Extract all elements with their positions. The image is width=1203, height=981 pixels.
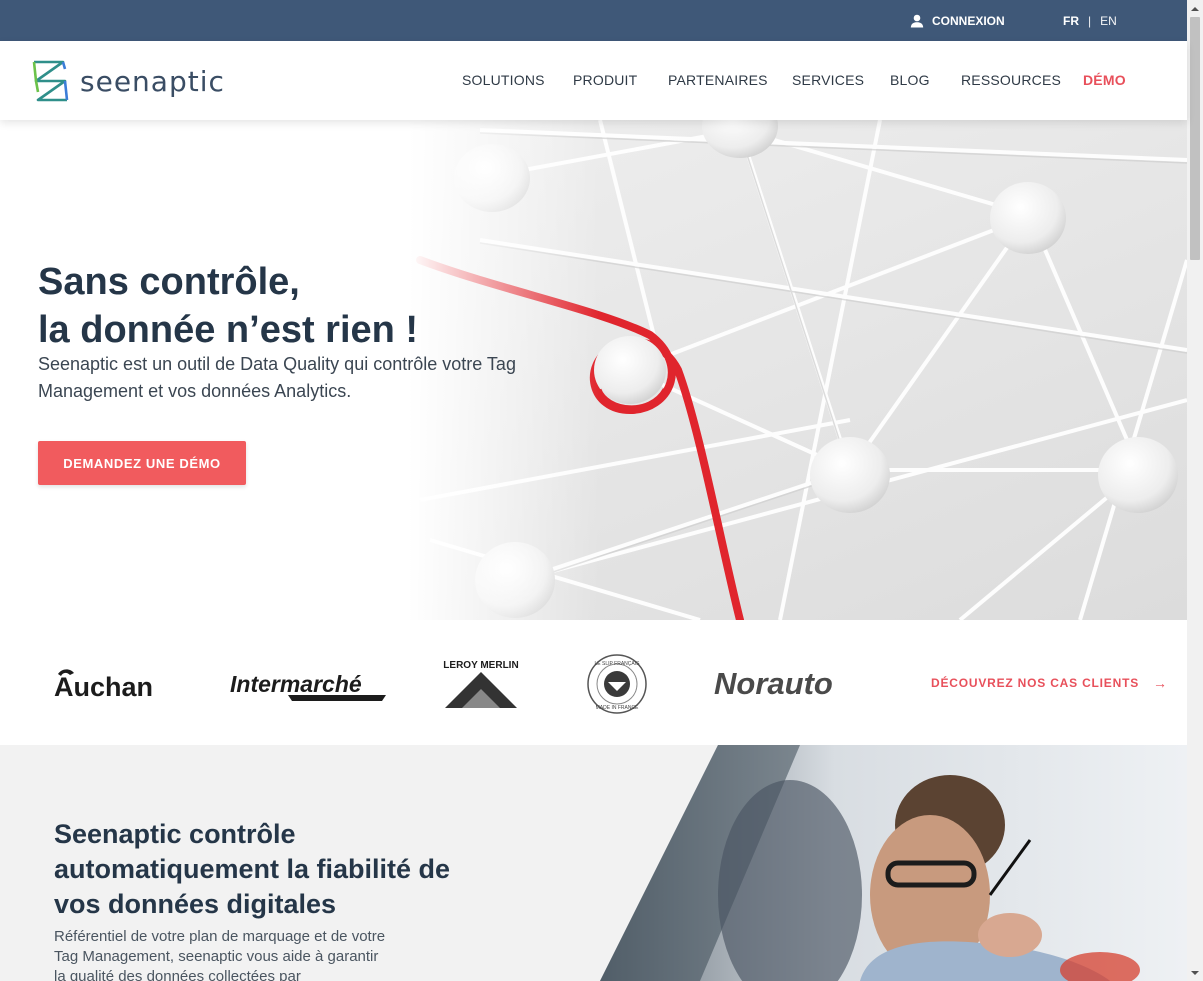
nav-produit[interactable]: PRODUIT <box>573 72 637 88</box>
feature-description: Référentiel de votre plan de marquage et… <box>54 928 386 981</box>
login-label: CONNEXION <box>932 14 1005 28</box>
clients-strip: Auchan Intermarché LEROY MERLIN LE SLIP … <box>0 620 1187 745</box>
request-demo-button[interactable]: DEMANDEZ UNE DÉMO <box>38 441 246 485</box>
client-logo-norauto: Norauto <box>712 664 864 700</box>
le-slip-francais-logo: LE SLIP FRANÇAIS MADE IN FRANCE <box>587 654 647 714</box>
scroll-up-arrow-icon[interactable] <box>1187 0 1203 17</box>
scroll-down-arrow-icon[interactable] <box>1187 964 1203 981</box>
nav-partenaires[interactable]: PARTENAIRES <box>668 72 768 88</box>
slip-francais-wordmark: LE SLIP FRANÇAIS <box>595 661 641 667</box>
hero-subtitle: Seenaptic est un outil de Data Quality q… <box>38 354 516 401</box>
feature-section: Seenaptic contrôle automatiquement la fi… <box>0 745 1187 981</box>
nav-services[interactable]: SERVICES <box>792 72 864 88</box>
site-header: seenaptic SOLUTIONS PRODUIT PARTENAIRES … <box>0 41 1187 120</box>
norauto-logo: Norauto <box>714 666 833 700</box>
client-logo-auchan: Auchan <box>52 664 176 700</box>
auchan-wordmark: Auchan <box>54 672 153 700</box>
nav-ressources[interactable]: RESSOURCES <box>961 72 1061 88</box>
arrow-right-icon: → <box>1153 675 1168 691</box>
nav-solutions[interactable]: SOLUTIONS <box>462 72 545 88</box>
norauto-wordmark: Norauto <box>714 666 833 700</box>
client-logo-le-slip-francais: LE SLIP FRANÇAIS MADE IN FRANCE <box>586 653 648 715</box>
nav-demo[interactable]: DÉMO <box>1083 72 1126 88</box>
nav-blog[interactable]: BLOG <box>890 72 930 88</box>
auchan-logo: Auchan <box>54 669 153 700</box>
lang-en[interactable]: EN <box>1100 14 1117 28</box>
leroy-merlin-logo: LEROY MERLIN <box>443 660 519 708</box>
feature-title-line1: Seenaptic contrôle <box>54 819 296 849</box>
hero-title: Sans contrôle, la donnée n’est rien ! <box>38 258 418 354</box>
logo-text: seenaptic <box>80 64 225 98</box>
hero-section: Sans contrôle, la donnée n’est rien ! Se… <box>0 120 1187 620</box>
intermarche-wordmark: Intermarché <box>230 671 362 697</box>
logo[interactable]: seenaptic <box>30 59 225 103</box>
client-logo-leroy-merlin: LEROY MERLIN <box>440 658 522 712</box>
hero-title-line2: la donnée n’est rien ! <box>38 309 419 351</box>
hero-title-line1: Sans contrôle, <box>38 261 300 303</box>
lang-fr[interactable]: FR <box>1063 14 1079 28</box>
user-icon <box>910 14 924 28</box>
top-bar: CONNEXION FR | EN <box>0 0 1187 41</box>
leroy-merlin-wordmark: LEROY MERLIN <box>443 660 518 671</box>
page-scrollbar[interactable] <box>1187 0 1203 981</box>
language-switcher: FR | EN <box>1063 14 1117 28</box>
scrollbar-thumb[interactable] <box>1190 17 1200 260</box>
intermarche-logo: Intermarché <box>230 671 386 701</box>
slip-francais-subtitle: MADE IN FRANCE <box>596 705 639 711</box>
feature-title-line3: vos données digitales <box>54 889 337 919</box>
feature-title: Seenaptic contrôle automatiquement la fi… <box>54 817 494 922</box>
lang-separator: | <box>1088 14 1092 28</box>
feature-title-line2: automatiquement la fiabilité de <box>54 854 451 884</box>
client-cases-label: DÉCOUVREZ NOS CAS CLIENTS <box>931 676 1140 690</box>
login-link[interactable]: CONNEXION <box>910 13 1005 29</box>
seenaptic-logo-icon <box>32 60 69 102</box>
client-logo-intermarche: Intermarché <box>228 668 388 704</box>
client-cases-link[interactable]: DÉCOUVREZ NOS CAS CLIENTS → <box>931 675 1168 691</box>
